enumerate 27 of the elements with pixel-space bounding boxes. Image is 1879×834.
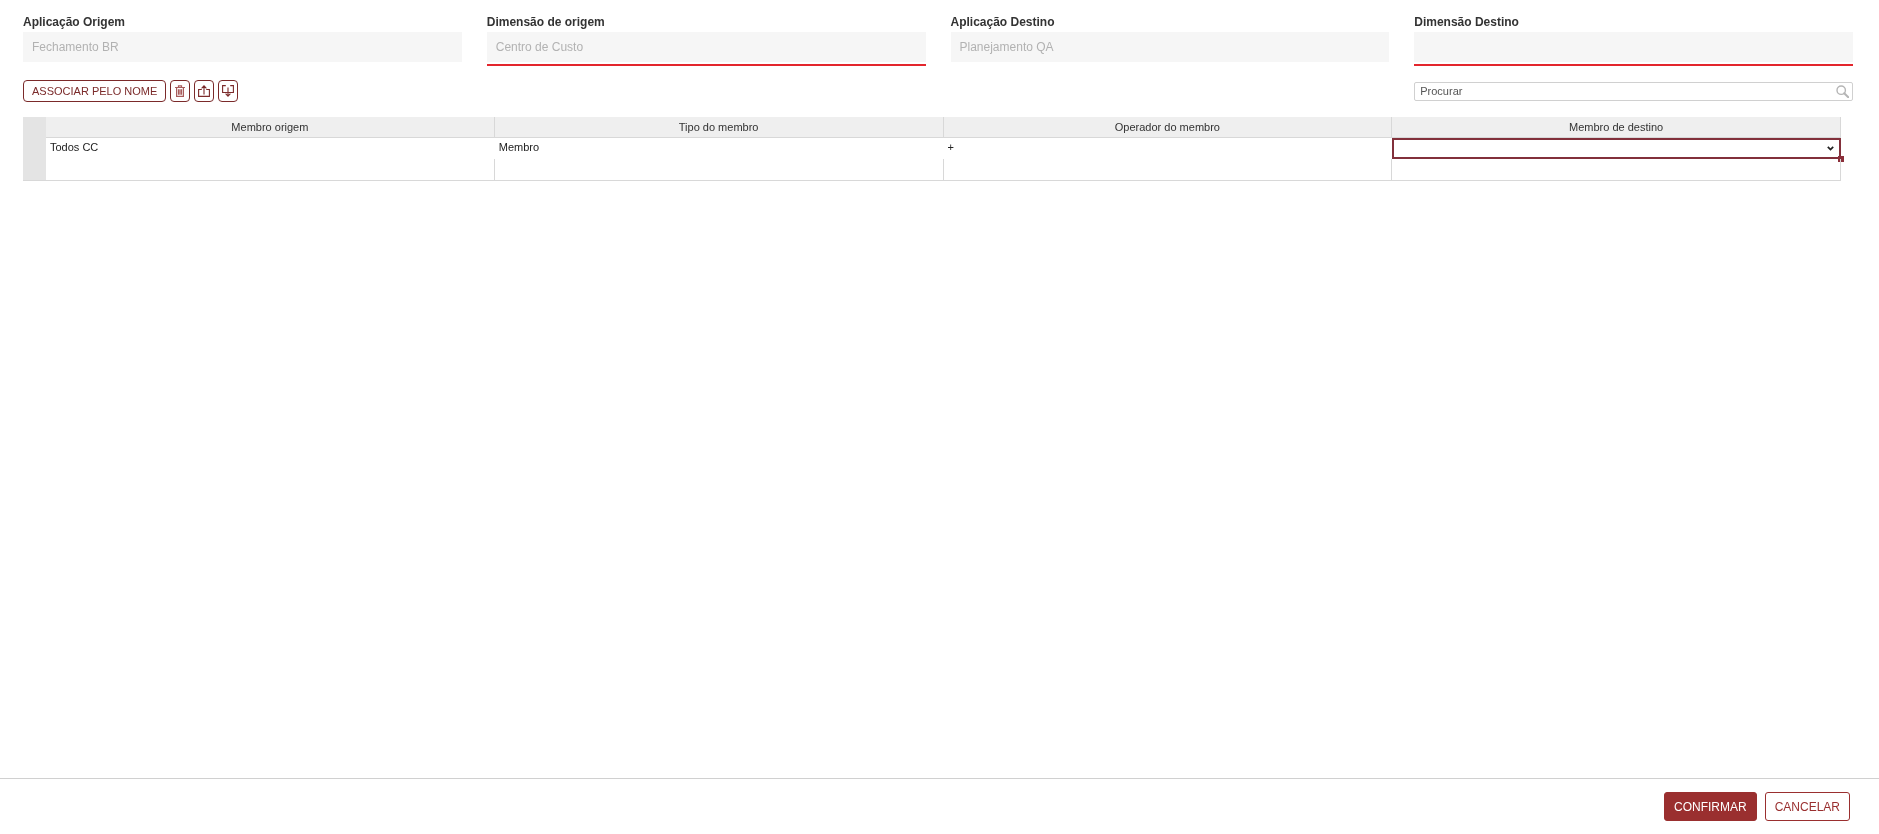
field-label: Dimensão de origem: [486, 14, 605, 30]
text-field[interactable]: [1414, 32, 1853, 66]
upload-button[interactable]: [194, 80, 215, 102]
confirm-button[interactable]: CONFIRMAR: [1663, 792, 1757, 821]
field-label: Dimensão Destino: [1414, 14, 1519, 30]
search-icon: [1836, 84, 1849, 98]
upload-icon: [198, 85, 211, 97]
table-cell-text: +: [946, 140, 955, 155]
cancel-button[interactable]: CANCELAR: [1764, 792, 1850, 821]
table-cell-text: Membro: [497, 140, 541, 155]
download-icon: [222, 85, 235, 97]
column-header: Tipo do membro: [494, 117, 944, 138]
dropdown-field[interactable]: [1392, 138, 1841, 159]
field-label: Aplicação Origem: [23, 14, 126, 30]
fill-handle[interactable]: [1838, 156, 1844, 162]
column-header: Membro de destino: [1392, 117, 1841, 138]
column-header: Membro origem: [46, 117, 495, 138]
field-label: Aplicação Destino: [950, 14, 1055, 30]
search-field[interactable]: Procurar: [1414, 81, 1853, 101]
trash-icon: [175, 85, 186, 97]
download-button[interactable]: [218, 80, 239, 102]
chevron-icon: [1827, 146, 1834, 151]
associate-button[interactable]: ASSOCIAR PELO NOME: [23, 80, 167, 102]
column-header: Operador do membro: [943, 117, 1393, 138]
table-cell-text: Todos CC: [49, 140, 100, 155]
corner-cell: [23, 117, 46, 138]
delete-button[interactable]: [170, 80, 191, 102]
